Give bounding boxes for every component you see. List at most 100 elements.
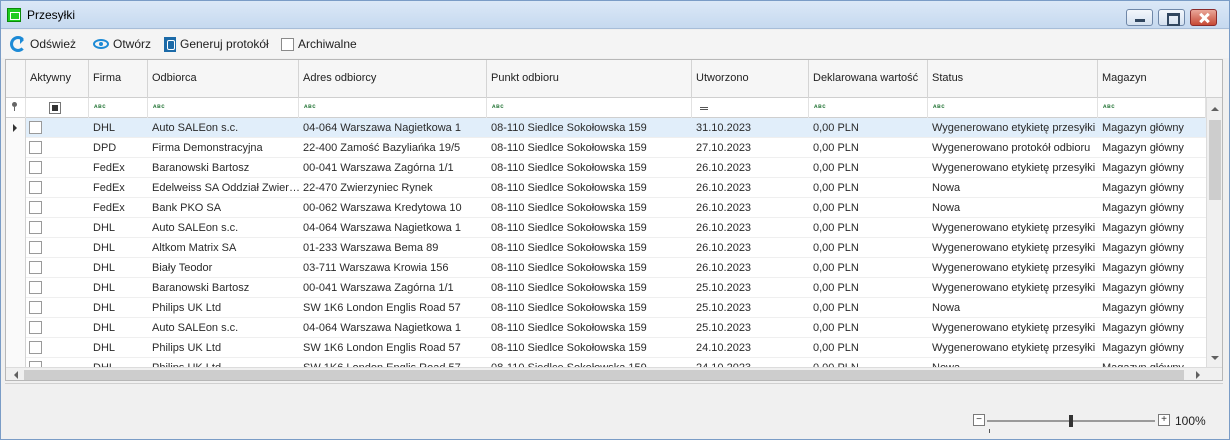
zoom-tick: [989, 429, 990, 433]
column-header-wartosc[interactable]: Deklarowana wartość: [809, 60, 928, 98]
row-indicator[interactable]: [6, 258, 26, 278]
horizontal-scroll-thumb[interactable]: [24, 370, 1184, 380]
vertical-scrollbar[interactable]: [1206, 98, 1222, 367]
row-indicator[interactable]: [6, 338, 26, 358]
cell-punkt: 08-110 Siedlce Sokołowska 159: [491, 162, 647, 174]
cell-punkt: 08-110 Siedlce Sokołowska 159: [491, 142, 647, 154]
cell-wartosc: 0,00 PLN: [813, 202, 859, 214]
cell-magazyn: Magazyn główny: [1102, 282, 1184, 294]
scroll-right-icon[interactable]: [1196, 371, 1204, 379]
open-button[interactable]: Otwórz: [93, 35, 151, 53]
active-checkbox[interactable]: [29, 201, 42, 214]
cell-utworzono: 24.10.2023: [696, 342, 752, 354]
cell-status: Wygenerowano etykietę przesyłki: [932, 122, 1096, 134]
active-checkbox[interactable]: [29, 121, 42, 134]
table-row[interactable]: DHL Altkom Matrix SA 01-233 Warszawa Bema …: [6, 238, 1206, 258]
cell-utworzono: 26.10.2023: [696, 162, 752, 174]
cell-status: Nowa: [928, 358, 1098, 367]
generate-protocol-button[interactable]: Generuj protokół: [164, 35, 269, 53]
zoom-level: 100%: [1175, 414, 1206, 428]
filter-magazyn[interactable]: ᴀʙc: [1098, 98, 1206, 118]
column-header-magazyn[interactable]: Magazyn: [1098, 60, 1206, 98]
scroll-left-icon[interactable]: [10, 371, 18, 379]
table-row[interactable]: DHLPhilips UK LtdSW 1K6 London Englis Ro…: [6, 358, 1206, 367]
table-row[interactable]: FedEx Bank PKO SA 00-062 Warszawa Kredytow…: [6, 198, 1206, 218]
archive-checkbox[interactable]: Archiwalne: [281, 35, 357, 53]
filter-firma[interactable]: ᴀʙc: [89, 98, 148, 118]
zoom-slider-thumb[interactable]: [1069, 415, 1073, 427]
table-row[interactable]: DHL Auto SALEon s.c. 04-064 Warszawa Nagie…: [6, 118, 1206, 138]
active-checkbox[interactable]: [29, 241, 42, 254]
filter-utworzono[interactable]: [692, 98, 809, 118]
scroll-up-icon[interactable]: [1211, 103, 1219, 111]
row-indicator[interactable]: [6, 158, 26, 178]
active-checkbox[interactable]: [29, 181, 42, 194]
abc-filter-icon: ᴀʙc: [94, 104, 107, 110]
column-header-status[interactable]: Status: [928, 60, 1098, 98]
cell-adres: 04-064 Warszawa Nagietkowa 1: [303, 122, 461, 134]
column-header-firma[interactable]: Firma: [89, 60, 148, 98]
filter-punkt[interactable]: ᴀʙc: [487, 98, 692, 118]
active-checkbox[interactable]: [29, 341, 42, 354]
table-row[interactable]: FedEx Edelweiss SA Oddział Zwier… 22-470 Z…: [6, 178, 1206, 198]
vertical-scroll-thumb[interactable]: [1209, 120, 1221, 200]
cell-punkt: 08-110 Siedlce Sokołowska 159: [491, 182, 647, 194]
filter-wartosc[interactable]: ᴀʙc: [809, 98, 928, 118]
scroll-down-icon[interactable]: [1211, 356, 1219, 364]
filter-aktywny[interactable]: [26, 98, 89, 118]
maximize-button[interactable]: [1158, 9, 1185, 26]
table-row[interactable]: DHL Biały Teodor 03-711 Warszawa Krowia 15…: [6, 258, 1206, 278]
active-checkbox[interactable]: [29, 321, 42, 334]
row-indicator[interactable]: [6, 178, 26, 198]
cell-firma: DHL: [93, 282, 116, 294]
table-row[interactable]: FedEx Baranowski Bartosz 00-041 Warszawa Z…: [6, 158, 1206, 178]
horizontal-scrollbar[interactable]: [6, 367, 1222, 380]
cell-odbiorca: Baranowski Bartosz: [152, 162, 250, 174]
row-indicator[interactable]: [6, 118, 26, 138]
close-button[interactable]: [1190, 9, 1217, 26]
header-indicator: [6, 60, 26, 98]
table-row[interactable]: DHL Baranowski Bartosz 00-041 Warszawa Zag…: [6, 278, 1206, 298]
cell-utworzono: 27.10.2023: [696, 142, 752, 154]
row-indicator[interactable]: [6, 358, 26, 367]
active-checkbox[interactable]: [29, 301, 42, 314]
filter-status[interactable]: ᴀʙc: [928, 98, 1098, 118]
active-checkbox[interactable]: [29, 261, 42, 274]
refresh-button[interactable]: Odśwież: [10, 35, 76, 53]
active-checkbox[interactable]: [29, 221, 42, 234]
pin-icon: [12, 102, 17, 111]
cell-firma: DHL: [93, 302, 116, 314]
active-checkbox[interactable]: [29, 141, 42, 154]
table-row[interactable]: DHL Auto SALEon s.c. 04-064 Warszawa Nagie…: [6, 318, 1206, 338]
table-row[interactable]: DHLPhilips UK LtdSW 1K6 London Englis Ro…: [6, 338, 1206, 358]
table-row[interactable]: DPD Firma Demonstracyjna 22-400 Zamość Baz…: [6, 138, 1206, 158]
row-indicator[interactable]: [6, 298, 26, 318]
active-checkbox[interactable]: [29, 281, 42, 294]
active-checkbox[interactable]: [29, 161, 42, 174]
cell-wartosc: 0,00 PLN: [813, 182, 859, 194]
column-header-adres[interactable]: Adres odbiorcy: [299, 60, 487, 98]
row-indicator[interactable]: [6, 218, 26, 238]
table-row[interactable]: DHLPhilips UK LtdSW 1K6 London Englis Ro…: [6, 298, 1206, 318]
zoom-in-button[interactable]: +: [1158, 414, 1170, 426]
column-header-utworzono[interactable]: Utworzono: [692, 60, 809, 98]
cell-status: Wygenerowano etykietę przesyłki: [932, 322, 1096, 334]
minimize-button[interactable]: [1126, 9, 1153, 26]
row-indicator[interactable]: [6, 238, 26, 258]
filter-checkbox-icon[interactable]: [49, 102, 61, 114]
cell-punkt: 08-110 Siedlce Sokołowska 159: [491, 282, 647, 294]
filter-odbiorca[interactable]: ᴀʙc: [148, 98, 299, 118]
table-row[interactable]: DHL Auto SALEon s.c. 04-064 Warszawa Nagie…: [6, 218, 1206, 238]
column-header-odbiorca[interactable]: Odbiorca: [148, 60, 299, 98]
column-header-aktywny[interactable]: Aktywny: [26, 60, 89, 98]
row-indicator[interactable]: [6, 318, 26, 338]
row-indicator[interactable]: [6, 198, 26, 218]
column-header-punkt[interactable]: Punkt odbioru: [487, 60, 692, 98]
filter-adres[interactable]: ᴀʙc: [299, 98, 487, 118]
row-indicator[interactable]: [6, 278, 26, 298]
refresh-label: Odśwież: [30, 37, 77, 51]
zoom-out-button[interactable]: −: [973, 414, 985, 426]
archive-check-icon[interactable]: [281, 37, 294, 51]
cell-adres: 04-064 Warszawa Nagietkowa 1: [303, 222, 461, 234]
row-indicator[interactable]: [6, 138, 26, 158]
